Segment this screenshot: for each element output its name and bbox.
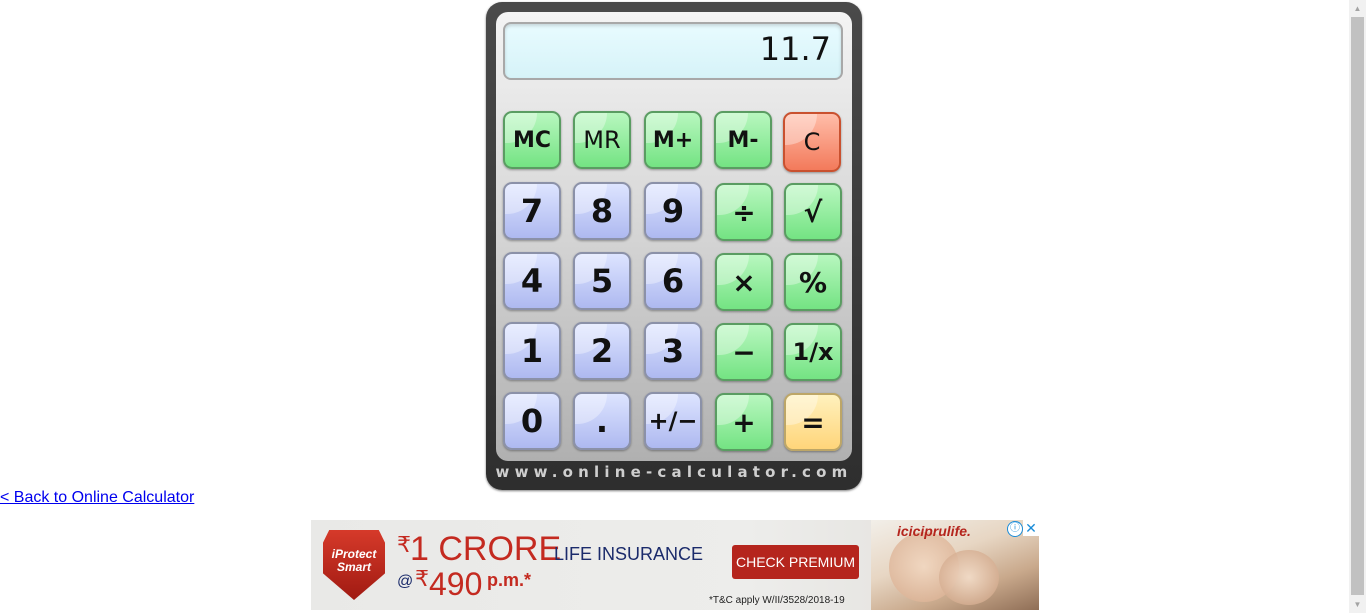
digit-6-button[interactable]: 6	[644, 252, 702, 310]
divide-button[interactable]: ÷	[715, 183, 773, 241]
calculator-face: 11.7 MC MR M+ M- C 7 8 9 ÷ √ 4 5 6 × % 1…	[496, 12, 852, 461]
calculator-brand: www.online-calculator.com	[495, 463, 853, 481]
plus-button[interactable]: +	[715, 393, 773, 451]
digit-4-button[interactable]: 4	[503, 252, 561, 310]
ad-price-rupee: ₹	[415, 566, 429, 591]
scroll-down-arrow-icon[interactable]: ▼	[1349, 596, 1366, 613]
digit-0-button[interactable]: 0	[503, 392, 561, 450]
mc-button[interactable]: MC	[503, 111, 561, 169]
scroll-thumb[interactable]	[1351, 17, 1364, 595]
ad-logo: iciciprulife.	[897, 523, 971, 539]
multiply-button[interactable]: ×	[715, 253, 773, 311]
ad-badge-text: iProtect Smart	[331, 547, 377, 574]
ad-terms: *T&C apply W/II/3528/2018-19	[709, 595, 845, 606]
ad-price: 490	[429, 566, 483, 602]
ad-close-icon[interactable]: ✕	[1023, 520, 1039, 536]
digit-5-button[interactable]: 5	[573, 252, 631, 310]
ad-info-icon[interactable]: ⓘ	[1007, 521, 1023, 537]
ad-at-symbol: @	[397, 573, 414, 590]
scroll-up-arrow-icon[interactable]: ▲	[1349, 0, 1366, 17]
calculator-display: 11.7	[503, 22, 843, 80]
percent-button[interactable]: %	[784, 253, 842, 311]
minus-button[interactable]: −	[715, 323, 773, 381]
m-plus-button[interactable]: M+	[644, 111, 702, 169]
plus-minus-button[interactable]: +/−	[644, 392, 702, 450]
m-minus-button[interactable]: M-	[714, 111, 772, 169]
decimal-button[interactable]: .	[573, 392, 631, 450]
reciprocal-button[interactable]: 1/x	[784, 323, 842, 381]
ad-rupee-symbol: ₹	[397, 532, 411, 557]
ad-banner[interactable]: iProtect Smart ₹ 1 CRORE LIFE INSURANCE …	[311, 520, 1039, 610]
back-to-calculator-link[interactable]: < Back to Online Calculator	[0, 489, 194, 507]
ad-family-figure	[939, 550, 999, 605]
clear-button[interactable]: C	[783, 112, 841, 172]
equals-button[interactable]: =	[784, 393, 842, 451]
digit-8-button[interactable]: 8	[573, 182, 631, 240]
check-premium-button[interactable]: CHECK PREMIUM	[732, 545, 859, 579]
ad-period: p.m.*	[487, 570, 532, 590]
digit-7-button[interactable]: 7	[503, 182, 561, 240]
digit-3-button[interactable]: 3	[644, 322, 702, 380]
ad-product: LIFE INSURANCE	[554, 544, 704, 564]
mr-button[interactable]: MR	[573, 111, 631, 169]
digit-9-button[interactable]: 9	[644, 182, 702, 240]
digit-1-button[interactable]: 1	[503, 322, 561, 380]
calculator: 11.7 MC MR M+ M- C 7 8 9 ÷ √ 4 5 6 × % 1…	[486, 2, 862, 490]
ad-amount: 1 CRORE	[410, 530, 562, 568]
digit-2-button[interactable]: 2	[573, 322, 631, 380]
vertical-scrollbar[interactable]: ▲ ▼	[1349, 0, 1366, 613]
display-value: 11.7	[759, 30, 831, 68]
square-root-button[interactable]: √	[784, 183, 842, 241]
